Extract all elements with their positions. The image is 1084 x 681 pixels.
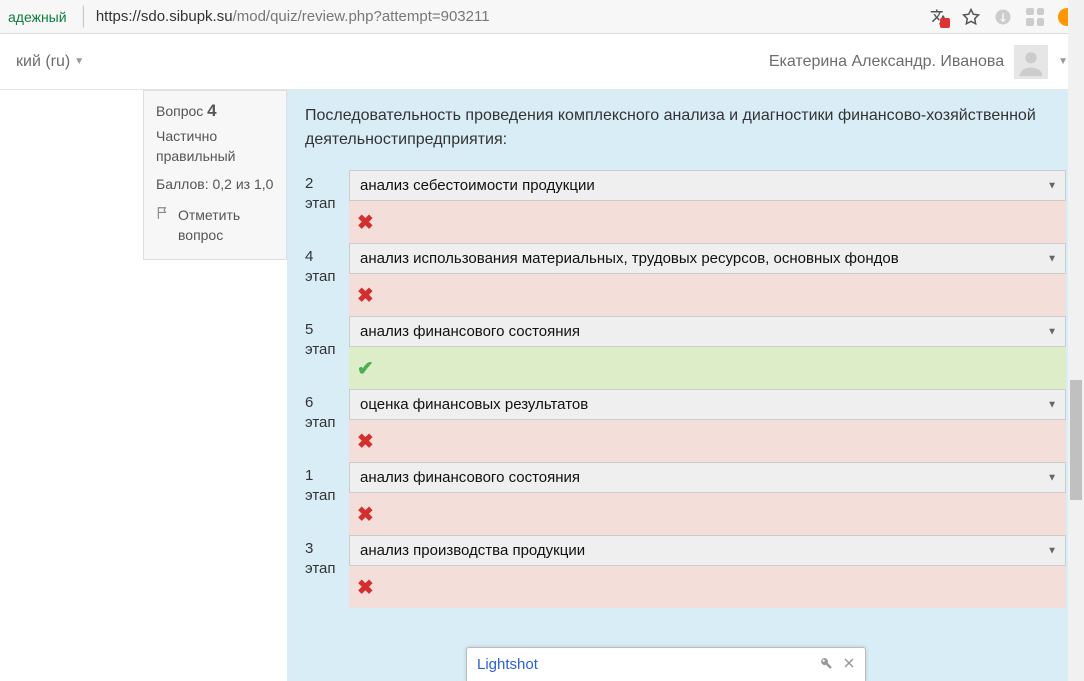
answer-select[interactable]: анализ финансового состояния ▼ [349,316,1066,347]
cross-icon: ✖ [357,210,374,235]
answer-row: 6этап оценка финансовых результатов ▼ ✖ [305,389,1066,462]
question-info-block: Вопрос 4 Частично правильный Баллов: 0,2… [143,90,287,260]
question-text: Последовательность проведения комплексно… [305,104,1066,152]
url-domain: https://sdo.sibupk.su [96,8,233,25]
vertical-scrollbar[interactable] [1068,0,1084,681]
language-menu[interactable]: кий (ru) ▼ [16,53,84,71]
cross-icon: ✖ [357,283,374,308]
answer-select[interactable]: анализ себестоимости продукции ▼ [349,170,1066,201]
row-label-word: этап [305,486,339,506]
row-label-word: этап [305,413,339,433]
answer-feedback: ✖ [349,566,1066,608]
row-label-number: 3 [305,539,339,559]
lightshot-title: Lightshot [477,656,538,673]
answer-feedback: ✖ [349,201,1066,243]
url-path: /mod/quiz/review.php?attempt=903211 [233,8,490,25]
close-icon[interactable] [843,656,855,673]
chevron-down-icon: ▼ [1058,56,1068,67]
security-label: адежный [8,9,73,25]
flag-icon [156,206,170,245]
question-state: Частично правильный [156,127,274,166]
row-label-word: этап [305,559,339,579]
question-main: Последовательность проведения комплексно… [287,90,1084,681]
answer-rows: 2этапанализ себестоимости продукции▼✖4эт… [305,170,1066,608]
user-name: Екатерина Александр. Иванова [769,53,1004,71]
url-divider: │ [73,6,96,27]
answer-select-value: анализ себестоимости продукции [360,177,595,194]
chevron-down-icon: ▼ [1047,472,1057,483]
row-body: анализ использования материальных, трудо… [349,243,1066,316]
row-body: анализ себестоимости продукции ▼ ✖ [349,170,1066,243]
row-label: 4этап [305,243,339,286]
row-label: 3этап [305,535,339,578]
page-content: Вопрос 4 Частично правильный Баллов: 0,2… [0,90,1084,681]
row-label-word: этап [305,340,339,360]
chevron-down-icon: ▼ [1047,253,1057,264]
answer-feedback: ✔ [349,347,1066,389]
answer-row: 1этап анализ финансового состояния ▼ ✖ [305,462,1066,535]
answer-row: 3этап анализ производства продукции ▼ ✖ [305,535,1066,608]
download-icon[interactable] [994,8,1012,26]
scrollbar-thumb[interactable] [1070,380,1082,500]
chrome-toolbar-icons [930,8,1076,26]
chevron-down-icon: ▼ [1047,399,1057,410]
row-body: оценка финансовых результатов ▼ ✖ [349,389,1066,462]
answer-select-value: анализ использования материальных, трудо… [360,250,899,267]
answer-row: 4этап анализ использования материальных, … [305,243,1066,316]
flag-question-link[interactable]: Отметить вопрос [156,206,274,245]
language-label: кий (ru) [16,53,70,71]
flag-label: Отметить вопрос [178,206,274,245]
row-label-number: 1 [305,466,339,486]
avatar [1014,45,1048,79]
row-label: 2этап [305,170,339,213]
row-label-word: этап [305,267,339,287]
lightshot-panel: Lightshot [466,647,866,681]
answer-feedback: ✖ [349,274,1066,316]
translate-icon[interactable] [930,8,948,26]
cross-icon: ✖ [357,575,374,600]
user-menu[interactable]: Екатерина Александр. Иванова ▼ [769,45,1068,79]
row-label: 1этап [305,462,339,505]
row-label-number: 6 [305,393,339,413]
chevron-down-icon: ▼ [1047,326,1057,337]
answer-feedback: ✖ [349,420,1066,462]
row-body: анализ финансового состояния ▼ ✖ [349,462,1066,535]
wrench-icon[interactable] [819,656,833,673]
row-label-number: 2 [305,174,339,194]
chevron-down-icon: ▼ [74,56,84,67]
row-label: 6этап [305,389,339,432]
answer-feedback: ✖ [349,493,1066,535]
answer-select[interactable]: анализ финансового состояния ▼ [349,462,1066,493]
answer-select-value: анализ финансового состояния [360,469,580,486]
row-label: 5этап [305,316,339,359]
answer-row: 5этап анализ финансового состояния ▼ ✔ [305,316,1066,389]
chevron-down-icon: ▼ [1047,180,1057,191]
answer-select[interactable]: анализ использования материальных, трудо… [349,243,1066,274]
chevron-down-icon: ▼ [1047,545,1057,556]
answer-select[interactable]: анализ производства продукции ▼ [349,535,1066,566]
row-body: анализ финансового состояния ▼ ✔ [349,316,1066,389]
site-top-bar: кий (ru) ▼ Екатерина Александр. Иванова … [0,34,1084,90]
cross-icon: ✖ [357,502,374,527]
question-title: Вопрос 4 [156,101,274,121]
question-label: Вопрос [156,103,203,119]
apps-icon[interactable] [1026,8,1044,26]
cross-icon: ✖ [357,429,374,454]
question-info-column: Вопрос 4 Частично правильный Баллов: 0,2… [0,90,287,681]
question-marks: Баллов: 0,2 из 1,0 [156,176,274,192]
row-label-number: 4 [305,247,339,267]
row-label-number: 5 [305,320,339,340]
answer-row: 2этап анализ себестоимости продукции ▼ ✖ [305,170,1066,243]
browser-address-bar: адежный │ https://sdo.sibupk.su /mod/qui… [0,0,1084,34]
url-input[interactable]: https://sdo.sibupk.su /mod/quiz/review.p… [96,8,930,25]
check-icon: ✔ [357,356,374,381]
row-label-word: этап [305,194,339,214]
row-body: анализ производства продукции ▼ ✖ [349,535,1066,608]
answer-select-value: анализ производства продукции [360,542,585,559]
question-number: 4 [207,101,216,120]
answer-select-value: оценка финансовых результатов [360,396,588,413]
star-icon[interactable] [962,8,980,26]
answer-select[interactable]: оценка финансовых результатов ▼ [349,389,1066,420]
answer-select-value: анализ финансового состояния [360,323,580,340]
